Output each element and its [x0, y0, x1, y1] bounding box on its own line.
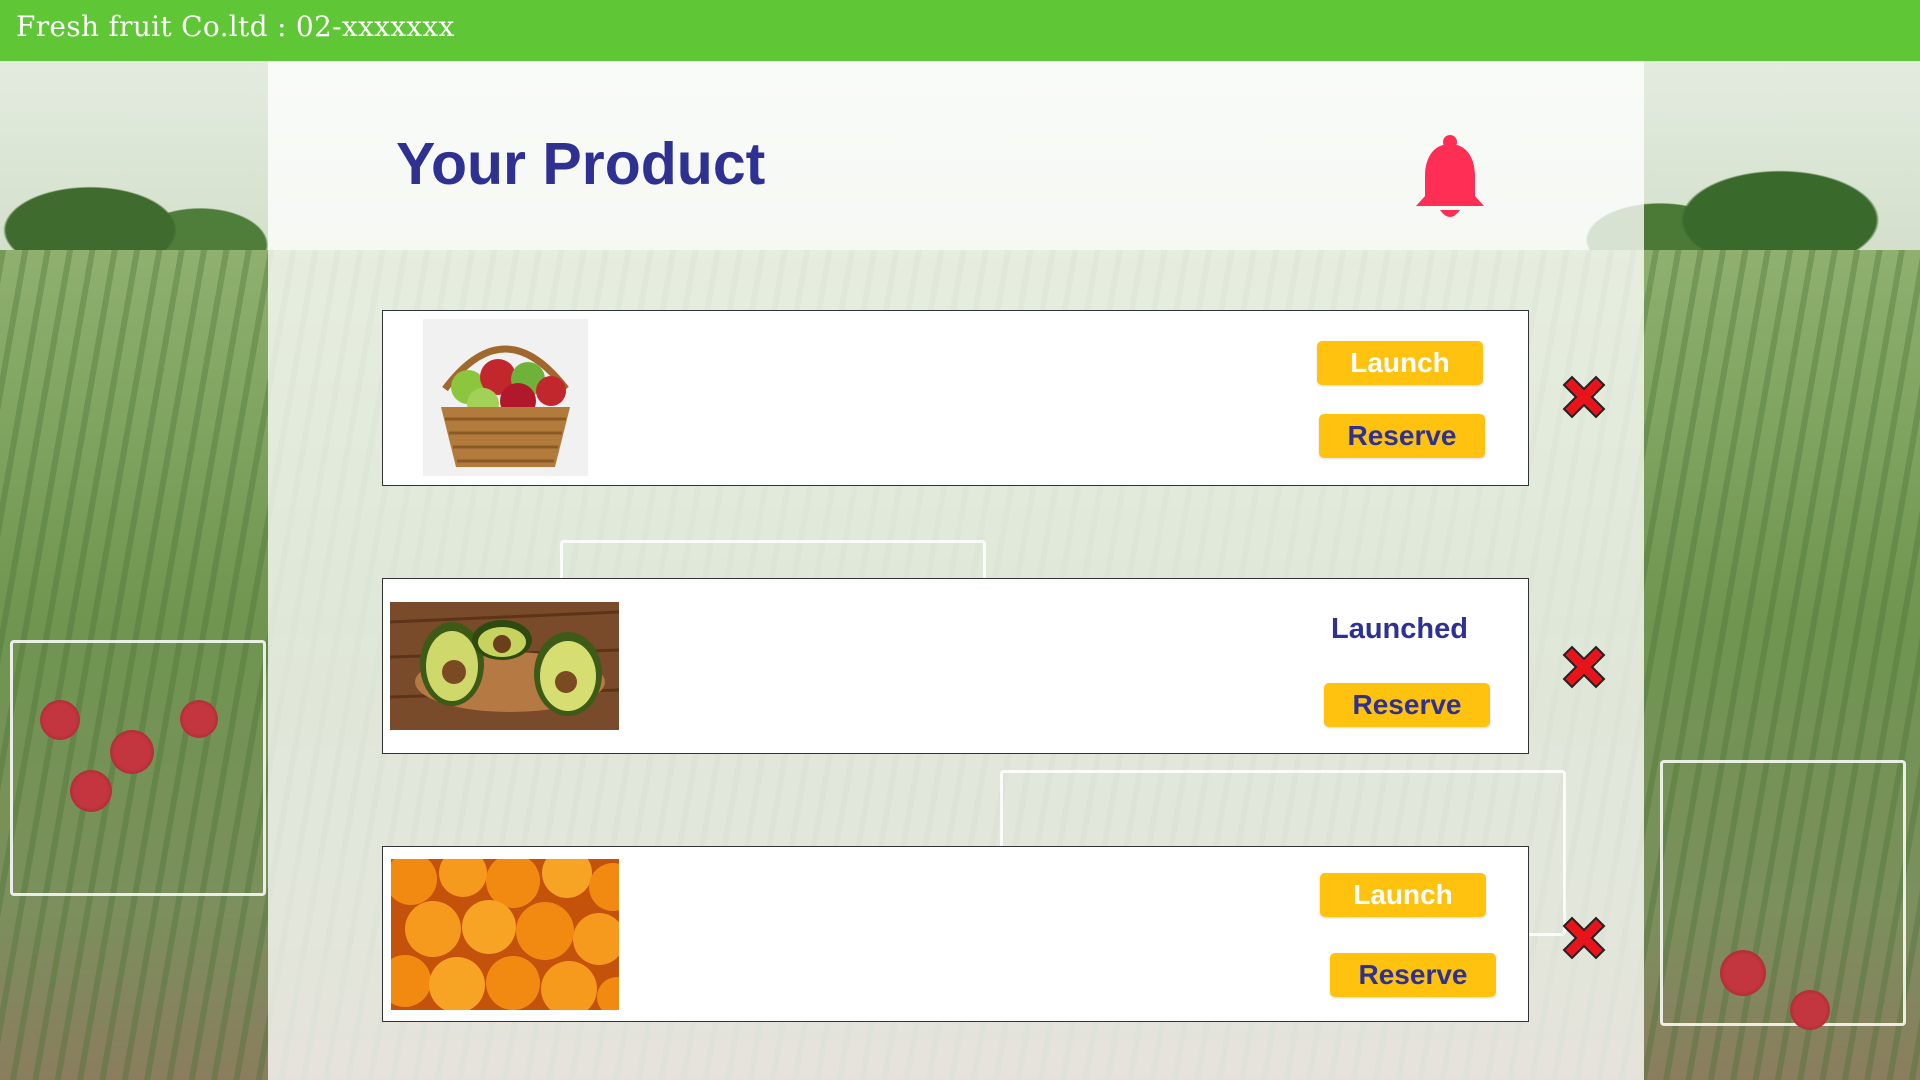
bell-icon[interactable]	[1412, 134, 1488, 224]
product-card: Launch Reserve	[382, 846, 1529, 1022]
oranges-image	[391, 859, 619, 1010]
close-x-icon[interactable]	[1558, 371, 1610, 423]
page-title: Your Product	[396, 131, 766, 197]
launch-button[interactable]: Launch	[1320, 873, 1486, 917]
top-bar: Fresh fruit Co.ltd : 02-xxxxxxx	[0, 0, 1920, 61]
reserve-button[interactable]: Reserve	[1324, 683, 1490, 727]
apple-basket-image	[423, 319, 588, 476]
close-x-icon[interactable]	[1558, 912, 1610, 964]
close-x-icon[interactable]	[1558, 641, 1610, 693]
product-card: Launched Reserve	[382, 578, 1529, 754]
reserve-button[interactable]: Reserve	[1319, 414, 1485, 458]
reserve-button[interactable]: Reserve	[1330, 953, 1496, 997]
company-name: Fresh fruit Co.ltd : 02-xxxxxxx	[16, 10, 455, 43]
launch-button[interactable]: Launch	[1317, 341, 1483, 385]
avocado-image	[390, 602, 619, 730]
launched-status: Launched	[1331, 613, 1468, 645]
product-card: Launch Reserve	[382, 310, 1529, 486]
